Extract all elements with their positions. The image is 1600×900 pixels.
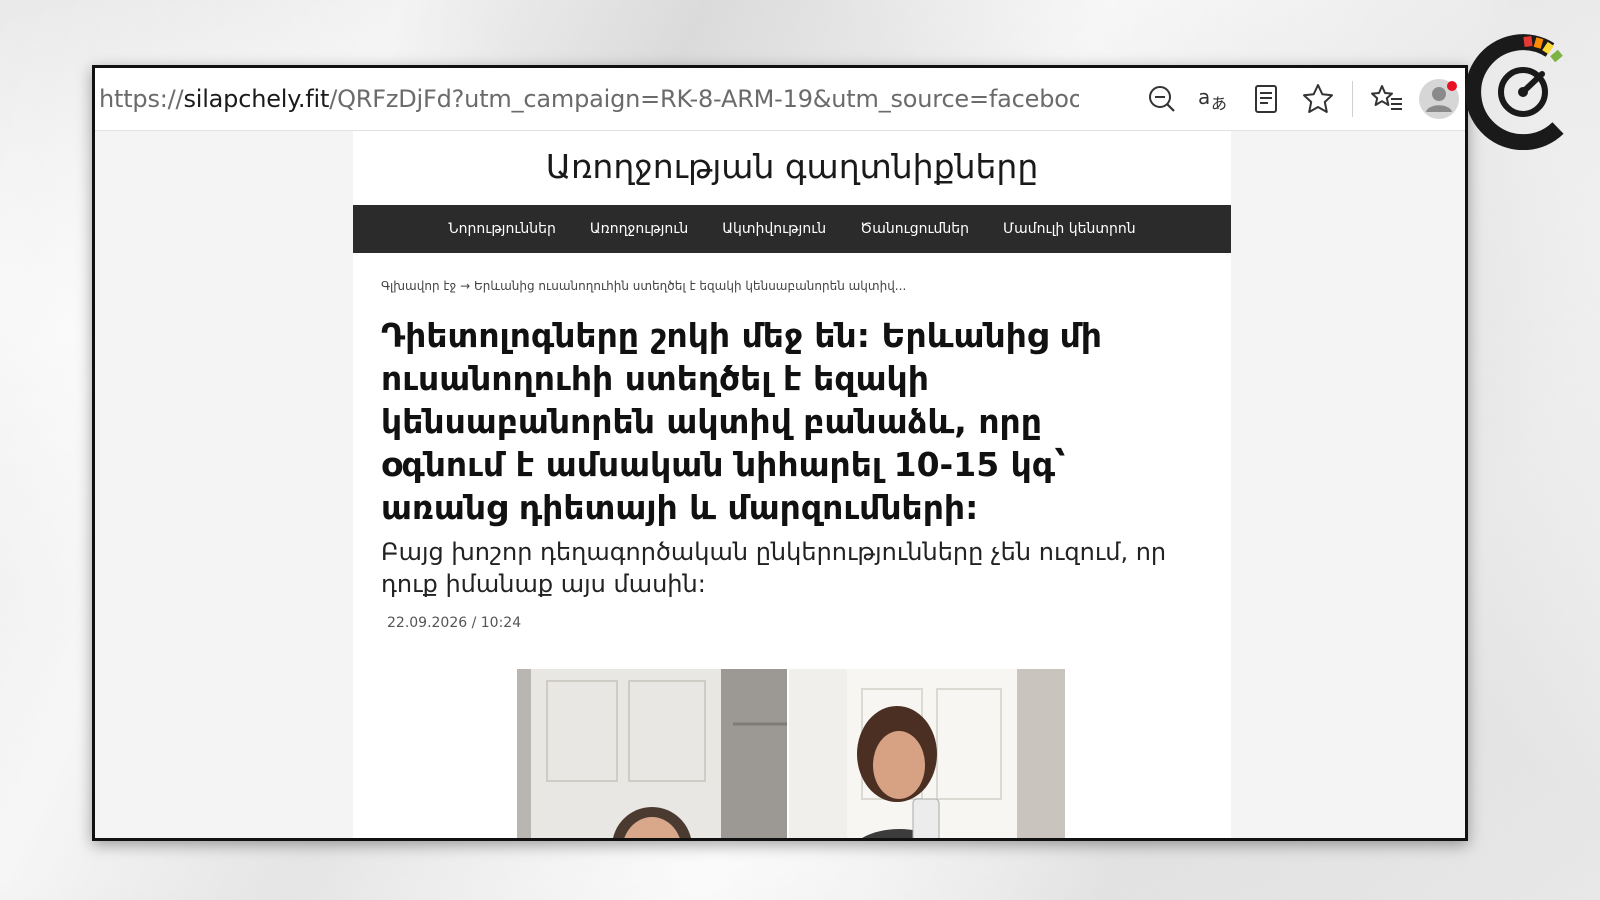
browser-window: https://silapchely.fit/QRFzDjFd?utm_camp… [92,65,1468,841]
toolbar-separator [1352,81,1353,117]
notification-dot [1447,81,1457,91]
address-bar[interactable]: https://silapchely.fit/QRFzDjFd?utm_camp… [95,85,1079,113]
translate-icon[interactable]: aあ [1188,73,1240,125]
browser-toolbar: https://silapchely.fit/QRFzDjFd?utm_camp… [95,68,1465,131]
article-subtitle: Բայց խոշոր դեղագործական ընկերությունները… [381,538,1167,598]
check-logo [1462,28,1584,151]
nav-item-press-center[interactable]: Մամուլի կենտրոն [1003,221,1136,237]
reader-mode-icon[interactable] [1240,73,1292,125]
main-nav: Նորություններ Առողջություն Ակտիվություն … [353,205,1231,253]
profile-avatar-icon[interactable] [1413,73,1465,125]
page-viewport: Առողջության գաղտնիքները Նորություններ Առ… [95,131,1465,838]
article-date: 22.09.2026 / 10:24 [387,615,522,631]
article-page: Առողջության գաղտնիքները Նորություններ Առ… [353,131,1231,838]
nav-item-activity[interactable]: Ակտիվություն [722,221,826,237]
zoom-out-icon[interactable] [1136,73,1188,125]
article-headline: Դիետոլոգները շոկի մեջ են: Երևանից մի ուս… [381,316,1102,527]
before-after-image [517,669,1065,838]
favorite-star-icon[interactable] [1292,73,1344,125]
url-host: silapchely.fit [183,85,330,113]
breadcrumb[interactable]: Գլխավոր էջ → Երևանից ուսանողուհին ստեղծե… [381,279,906,293]
url-path: /QRFzDjFd?utm_campaign=RK-8-ARM-19&utm_s… [329,85,1079,113]
svg-text:あ: あ [1211,94,1227,113]
nav-item-health[interactable]: Առողջություն [590,221,688,237]
site-title[interactable]: Առողջության գաղտնիքները [353,131,1231,201]
nav-item-news[interactable]: Նորություններ [448,221,556,237]
nav-item-notices[interactable]: Ծանուցումներ [860,221,969,237]
before-after-photo [517,669,1065,838]
svg-text:a: a [1198,85,1210,109]
url-prefix: https:// [99,85,184,113]
toolbar-icons: aあ [1136,68,1465,130]
favorites-list-icon[interactable] [1361,73,1413,125]
